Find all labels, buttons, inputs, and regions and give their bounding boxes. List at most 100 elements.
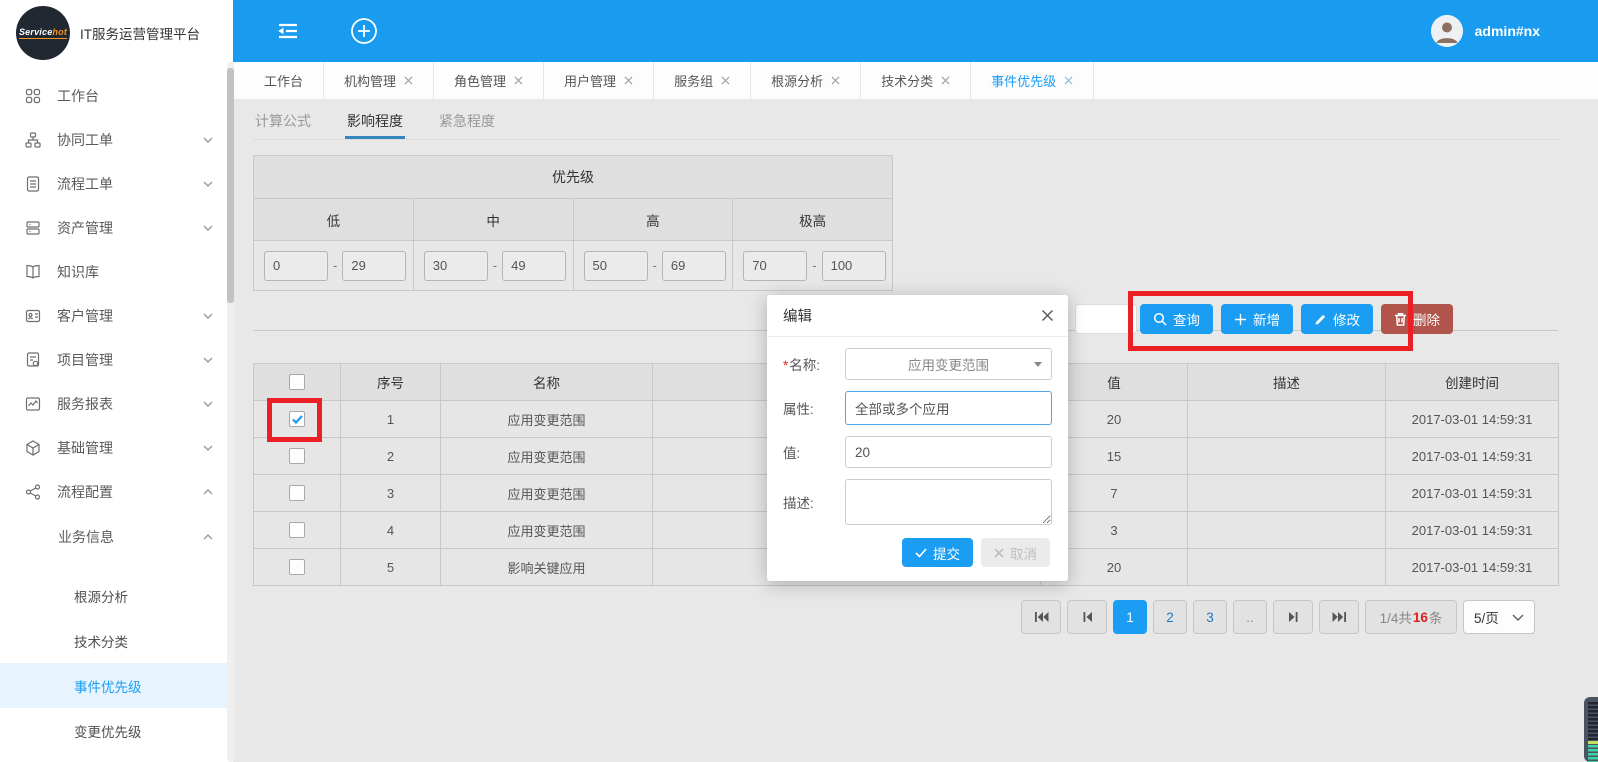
page-button-1[interactable]: 1 <box>1113 600 1147 634</box>
next-page-button[interactable] <box>1273 600 1313 634</box>
close-icon[interactable] <box>831 76 840 85</box>
add-button[interactable]: 新增 <box>1221 304 1293 334</box>
delete-button[interactable]: 删除 <box>1381 304 1453 334</box>
priority-level-medium: 中 <box>413 199 573 241</box>
user-menu[interactable]: admin#nx <box>1431 15 1540 47</box>
row-checkbox[interactable] <box>289 485 305 501</box>
cell-seq: 2 <box>341 438 441 475</box>
scroll-minimap-widget[interactable] <box>1584 697 1598 762</box>
collapse-sidebar-icon[interactable] <box>275 21 301 41</box>
tab-tech-category[interactable]: 技术分类 <box>861 62 971 99</box>
avatar <box>1431 15 1463 47</box>
cell-seq: 1 <box>341 401 441 438</box>
tab-incident-priority[interactable]: 事件优先级 <box>971 62 1094 99</box>
server-icon <box>24 219 44 237</box>
sidebar-item-customers[interactable]: 客户管理 <box>0 294 233 338</box>
prev-page-button[interactable] <box>1067 600 1107 634</box>
row-checkbox[interactable] <box>289 522 305 538</box>
value-field-label: 值: <box>783 442 845 462</box>
logo[interactable]: Servicehot <box>16 6 70 60</box>
row-checkbox[interactable] <box>289 411 305 427</box>
close-icon[interactable] <box>404 76 413 85</box>
last-page-button[interactable] <box>1319 600 1359 634</box>
cell-desc <box>1188 475 1386 512</box>
sidebar-item-collab-orders[interactable]: 协同工单 <box>0 118 233 162</box>
sidebar-item-base-management[interactable]: 基础管理 <box>0 426 233 470</box>
cell-desc <box>1188 401 1386 438</box>
sidebar-item-process-config[interactable]: 流程配置 <box>0 470 233 514</box>
priority-high-min-input[interactable] <box>584 251 648 281</box>
chevron-down-icon <box>203 445 213 451</box>
app-title: IT服务运营管理平台 <box>80 23 200 43</box>
subtab-urgency[interactable]: 紧急程度 <box>437 106 497 139</box>
cancel-button[interactable]: 取消 <box>981 538 1050 567</box>
subtab-impact[interactable]: 影响程度 <box>345 106 405 139</box>
priority-high-max-input[interactable] <box>662 251 726 281</box>
cell-name: 应用变更范围 <box>441 475 653 512</box>
close-icon[interactable] <box>721 76 730 85</box>
sidebar-scrollbar[interactable] <box>227 62 234 762</box>
priority-low-max-input[interactable] <box>342 251 406 281</box>
first-page-button[interactable] <box>1021 600 1061 634</box>
row-checkbox[interactable] <box>289 448 305 464</box>
query-button[interactable]: 查询 <box>1140 304 1213 334</box>
page-summary: 1/4共16条 <box>1365 600 1457 634</box>
priority-critical-min-input[interactable] <box>743 251 807 281</box>
subtab-formula[interactable]: 计算公式 <box>253 106 313 139</box>
sidebar-item-label: 基础管理 <box>57 438 113 458</box>
tab-service-group[interactable]: 服务组 <box>654 62 751 99</box>
cell-created: 2017-03-01 14:59:31 <box>1386 475 1559 512</box>
row-checkbox[interactable] <box>289 559 305 575</box>
col-created: 创建时间 <box>1386 364 1559 401</box>
page-button-2[interactable]: 2 <box>1153 600 1187 634</box>
cell-name: 应用变更范围 <box>441 401 653 438</box>
sidebar-item-process-orders[interactable]: 流程工单 <box>0 162 233 206</box>
tab-workbench[interactable]: 工作台 <box>244 62 324 99</box>
tab-root-cause[interactable]: 根源分析 <box>751 62 861 99</box>
page-ellipsis[interactable]: .. <box>1233 600 1267 634</box>
priority-medium-max-input[interactable] <box>502 251 566 281</box>
select-all-checkbox[interactable] <box>289 374 305 390</box>
chevron-up-icon <box>203 489 213 495</box>
sidebar-item-label: 知识库 <box>57 262 99 282</box>
page-button-3[interactable]: 3 <box>1193 600 1227 634</box>
sidebar-item-workbench[interactable]: 工作台 <box>0 74 233 118</box>
desc-textarea[interactable] <box>845 479 1052 525</box>
close-icon[interactable] <box>514 76 523 85</box>
sidebar-item-label: 流程配置 <box>57 482 113 502</box>
sidebar-item-change-priority[interactable]: 变更优先级 <box>0 708 233 753</box>
close-icon[interactable] <box>624 76 633 85</box>
submit-button[interactable]: 提交 <box>902 538 973 567</box>
close-icon[interactable] <box>1041 309 1054 322</box>
sidebar-item-tech-category[interactable]: 技术分类 <box>0 618 233 663</box>
close-icon[interactable] <box>941 76 950 85</box>
tab-org-management[interactable]: 机构管理 <box>324 62 434 99</box>
col-desc: 描述 <box>1188 364 1386 401</box>
scrollbar-thumb[interactable] <box>227 68 234 303</box>
modify-button[interactable]: 修改 <box>1301 304 1373 334</box>
name-select[interactable]: 应用变更范围 <box>845 348 1052 380</box>
plus-icon <box>1234 313 1247 326</box>
attr-input[interactable] <box>845 391 1052 425</box>
close-icon[interactable] <box>1064 76 1073 85</box>
chevron-down-icon <box>203 313 213 319</box>
sidebar-item-assets[interactable]: 资产管理 <box>0 206 233 250</box>
add-tab-icon[interactable] <box>349 16 379 46</box>
share-icon <box>24 483 44 501</box>
sidebar-item-knowledge-base[interactable]: 知识库 <box>0 250 233 294</box>
priority-critical-max-input[interactable] <box>822 251 886 281</box>
priority-low-min-input[interactable] <box>264 251 328 281</box>
sidebar-item-root-cause[interactable]: 根源分析 <box>0 573 233 618</box>
sidebar-item-incident-priority[interactable]: 事件优先级 <box>0 663 233 708</box>
tab-role-management[interactable]: 角色管理 <box>434 62 544 99</box>
cell-name: 应用变更范围 <box>441 512 653 549</box>
sidebar-item-projects[interactable]: 项目管理 <box>0 338 233 382</box>
page-size-select[interactable]: 5/页 <box>1463 600 1535 634</box>
book-icon <box>24 263 44 281</box>
sidebar-item-service-reports[interactable]: 服务报表 <box>0 382 233 426</box>
priority-medium-min-input[interactable] <box>424 251 488 281</box>
sidebar-item-business-info[interactable]: 业务信息 <box>0 514 233 559</box>
tab-user-management[interactable]: 用户管理 <box>544 62 654 99</box>
value-input[interactable] <box>845 436 1052 468</box>
toolbar-input[interactable] <box>1075 304 1137 334</box>
